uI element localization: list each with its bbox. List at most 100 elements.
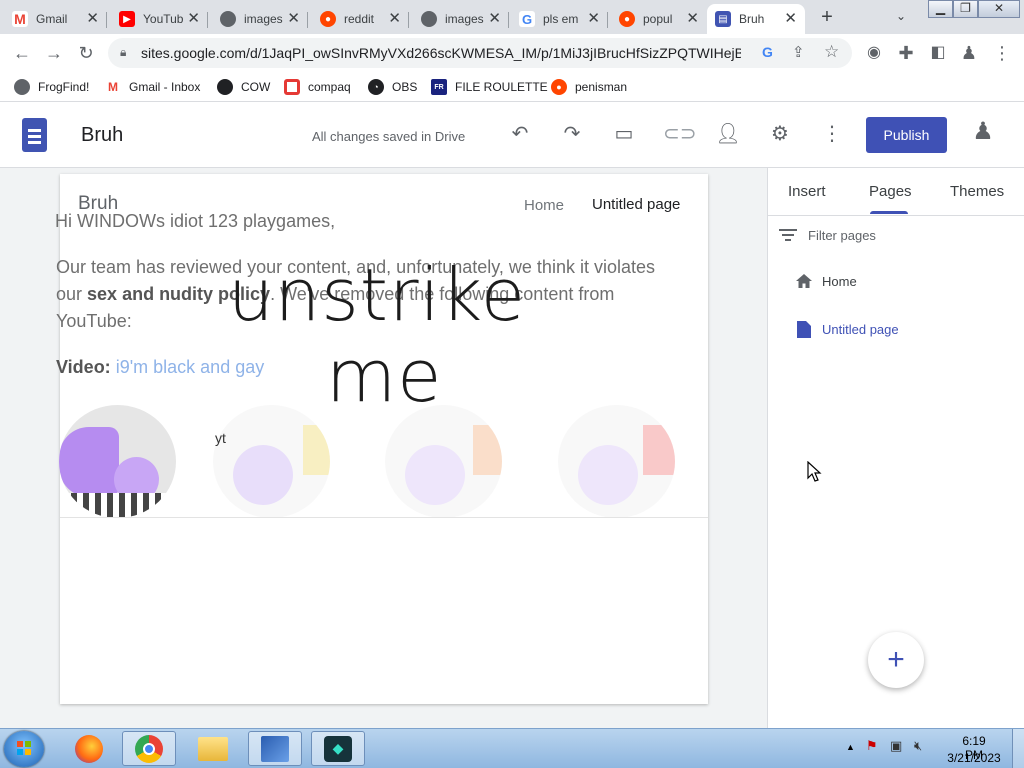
browser-tab-images[interactable]: images ✕ bbox=[212, 4, 308, 34]
tab-title: reddit bbox=[344, 12, 375, 26]
browser-toolbar: ← → ↻ 🔒︎ sites.google.com/d/1JaqPI_owSIn… bbox=[0, 34, 1024, 72]
preview-devices-icon[interactable]: ▭ bbox=[611, 122, 637, 146]
link-icon[interactable]: ⊂⊃ bbox=[663, 122, 697, 146]
taskbar-paint[interactable] bbox=[248, 731, 302, 766]
taskbar-filmora[interactable]: ◆ bbox=[311, 731, 365, 766]
tab-title: images bbox=[244, 12, 283, 26]
bookmark-obs[interactable]: ◔ OBS bbox=[368, 77, 417, 97]
bookmark-label: FILE ROULETTE bbox=[455, 80, 548, 94]
video-title-link[interactable]: i9'm black and gay bbox=[116, 357, 265, 377]
page-item-home[interactable]: Home bbox=[795, 272, 857, 290]
side-panel-icon[interactable]: ◧ bbox=[927, 43, 949, 63]
home-icon bbox=[796, 274, 812, 288]
redo-icon[interactable]: ↷ bbox=[559, 122, 585, 146]
browser-tab-reddit[interactable]: ● reddit ✕ bbox=[312, 4, 409, 34]
site-nav-home[interactable]: Home bbox=[524, 197, 564, 214]
bookmark-label: COW bbox=[241, 80, 271, 94]
tab-pages[interactable]: Pages bbox=[869, 183, 912, 200]
section-divider bbox=[60, 517, 708, 518]
window-close-button[interactable]: ✕ bbox=[978, 0, 1020, 18]
more-vert-icon[interactable]: ⋮ bbox=[819, 122, 845, 146]
google-lens-icon[interactable]: G bbox=[762, 44, 773, 60]
page-icon bbox=[797, 321, 811, 338]
overlay-text-line-1[interactable]: unstrike bbox=[228, 255, 526, 335]
site-title[interactable]: Bruh bbox=[81, 124, 123, 147]
network-icon[interactable]: ▣ bbox=[890, 738, 902, 754]
browser-tab-popular[interactable]: ● popul ✕ bbox=[611, 4, 707, 34]
site-nav-untitled-page[interactable]: Untitled page bbox=[592, 196, 680, 213]
profile-avatar-icon[interactable]: ♟ bbox=[958, 43, 980, 63]
browser-tab-google[interactable]: G pls em ✕ bbox=[511, 4, 608, 34]
extensions-puzzle-icon[interactable]: ✚ bbox=[895, 43, 917, 63]
share-add-person-icon[interactable]: 👤︎ bbox=[715, 122, 741, 146]
tab-close-icon[interactable]: ✕ bbox=[287, 11, 300, 26]
globe-icon bbox=[14, 79, 30, 95]
chrome-icon bbox=[135, 734, 163, 763]
bookmark-star-icon[interactable]: ☆ bbox=[824, 42, 839, 62]
browser-tab-bruh[interactable]: ▤ Bruh ✕ bbox=[707, 4, 805, 34]
tab-title: pls em bbox=[543, 12, 579, 26]
account-avatar-icon[interactable]: ♟ bbox=[970, 120, 996, 144]
video-label: Video: bbox=[56, 357, 111, 377]
page-item-untitled[interactable]: Untitled page bbox=[796, 320, 899, 339]
save-status: All changes saved in Drive bbox=[312, 129, 466, 144]
bookmark-frogfind[interactable]: FrogFind! bbox=[14, 77, 89, 97]
settings-gear-icon[interactable]: ⚙ bbox=[767, 122, 793, 146]
address-bar[interactable]: 🔒︎ sites.google.com/d/1JaqPI_owSInvRMyVX… bbox=[108, 38, 852, 68]
browser-tab-gmail[interactable]: M Gmail ✕ bbox=[4, 4, 107, 34]
clock-date[interactable]: 3/21/2023 bbox=[946, 751, 1002, 765]
google-sites-logo-icon[interactable] bbox=[22, 118, 47, 152]
bookmark-compaq[interactable]: compaq bbox=[284, 77, 351, 97]
illustration-image bbox=[59, 405, 176, 518]
filter-pages-input[interactable]: Filter pages bbox=[808, 228, 876, 243]
taskbar-explorer[interactable] bbox=[186, 731, 240, 766]
publish-button[interactable]: Publish bbox=[866, 117, 947, 153]
sites-header: Bruh All changes saved in Drive ↶ ↷ ▭ ⊂⊃… bbox=[0, 102, 1024, 168]
illustration-image bbox=[213, 405, 330, 518]
url-text[interactable]: sites.google.com/d/1JaqPI_owSInvRMyVXd26… bbox=[141, 45, 741, 61]
tab-close-icon[interactable]: ✕ bbox=[587, 11, 600, 26]
bookmark-file-roulette[interactable]: FR FILE ROULETTE bbox=[431, 77, 548, 97]
taskbar-firefox[interactable] bbox=[62, 731, 116, 766]
bookmark-label: penisman bbox=[575, 80, 628, 94]
extension-icon[interactable]: ◉ bbox=[863, 43, 885, 63]
filter-icon[interactable] bbox=[778, 227, 798, 243]
tab-close-icon[interactable]: ✕ bbox=[187, 11, 200, 26]
reload-icon[interactable]: ↻ bbox=[75, 43, 97, 63]
bookmark-gmail[interactable]: M Gmail - Inbox bbox=[105, 77, 200, 97]
start-button[interactable] bbox=[4, 731, 44, 767]
show-hidden-icons[interactable]: ▲ bbox=[846, 742, 855, 752]
share-icon[interactable]: ⇪ bbox=[792, 43, 805, 61]
tab-title: Gmail bbox=[36, 12, 68, 26]
tab-insert[interactable]: Insert bbox=[788, 183, 826, 200]
minimize-button[interactable]: ▁ bbox=[928, 0, 953, 18]
gmail-icon: M bbox=[12, 11, 28, 27]
tab-themes[interactable]: Themes bbox=[950, 183, 1004, 200]
browser-tab-images-2[interactable]: images ✕ bbox=[413, 4, 509, 34]
chrome-menu-icon[interactable]: ⋮ bbox=[991, 43, 1013, 63]
tab-close-icon[interactable]: ✕ bbox=[488, 11, 501, 26]
restore-button[interactable]: ❐ bbox=[953, 0, 978, 18]
page-item-label: Home bbox=[822, 273, 857, 289]
bookmark-cow[interactable]: COW bbox=[217, 77, 270, 97]
windows-logo-icon bbox=[17, 741, 31, 755]
bookmark-penisman[interactable]: ● penisman bbox=[551, 77, 627, 97]
tab-close-icon[interactable]: ✕ bbox=[388, 11, 401, 26]
back-icon[interactable]: ← bbox=[11, 43, 33, 63]
undo-icon[interactable]: ↶ bbox=[507, 122, 533, 146]
browser-tab-youtube[interactable]: ▶ YouTube ✕ bbox=[111, 4, 208, 34]
tab-close-icon[interactable]: ✕ bbox=[686, 11, 699, 26]
tab-close-icon[interactable]: ✕ bbox=[784, 11, 797, 26]
new-tab-button[interactable]: + bbox=[816, 6, 838, 29]
taskbar-chrome[interactable] bbox=[122, 731, 176, 766]
show-desktop-button[interactable] bbox=[1012, 729, 1024, 768]
volume-muted-icon[interactable]: 🔇︎ bbox=[914, 738, 922, 754]
tab-close-icon[interactable]: ✕ bbox=[86, 11, 99, 26]
tab-search-icon[interactable]: ⌄ bbox=[896, 9, 906, 23]
tab-title: images bbox=[445, 12, 484, 26]
forward-icon[interactable]: → bbox=[43, 43, 65, 63]
tab-separator bbox=[408, 12, 409, 28]
overlay-text-line-2[interactable]: me bbox=[326, 336, 442, 416]
add-page-button[interactable]: + bbox=[868, 632, 924, 688]
action-center-icon[interactable]: ⚑ bbox=[866, 738, 878, 754]
